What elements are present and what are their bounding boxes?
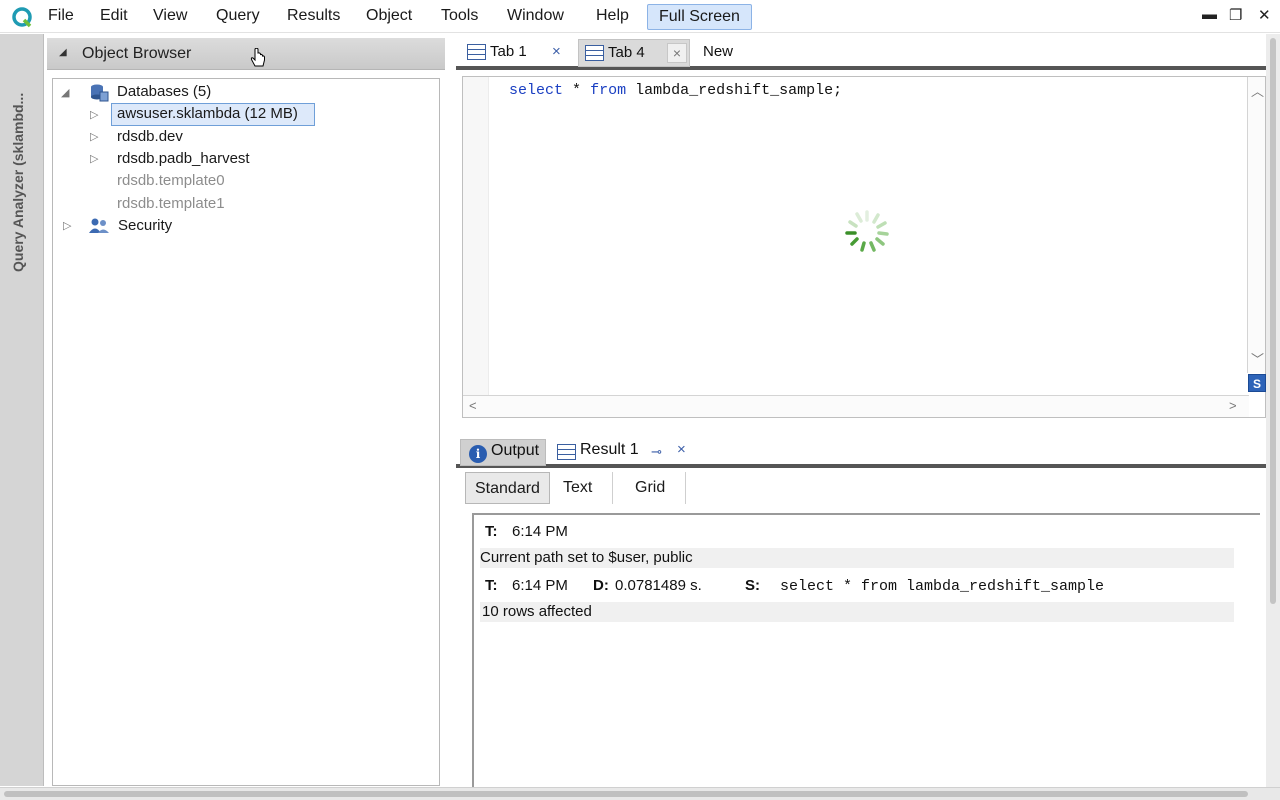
restore-icon[interactable]: ❐ [1229,6,1242,24]
tree-node-rdsdb-padb-harvest[interactable]: rdsdb.padb_harvest [117,150,250,167]
sql-query-line[interactable]: select * from lambda_redshift_sample; [509,82,842,99]
object-browser-tree [52,78,440,786]
security-node[interactable]: Security [118,217,172,234]
expand-arrow-icon[interactable]: ▷ [90,130,98,143]
result-tabstrip: i Output Result 1 ⊸ × [456,436,1266,468]
menu-help[interactable]: Help [596,7,629,25]
users-icon [89,218,109,233]
result-close-icon[interactable]: × [677,441,686,458]
sql-keyword-from: from [590,82,627,99]
tab-4-close-icon[interactable]: × [667,43,687,63]
sql-format-icon[interactable]: S [1248,374,1266,392]
window-vertical-scrollbar[interactable] [1266,34,1280,787]
menu-file[interactable]: File [48,7,74,25]
sql-table-name: lambda_redshift_sample; [635,82,843,99]
scroll-left-icon[interactable]: < [469,398,477,413]
query-analyzer-tab[interactable]: Query Analyzer (sklambd... [10,93,26,272]
output-tab-label: Output [491,442,540,459]
expand-arrow-icon[interactable]: ▷ [90,152,98,165]
time-value: 6:14 PM [512,523,568,540]
tree-node-rdsdb-template0[interactable]: rdsdb.template0 [117,172,225,189]
editor-tabstrip: Tab 1 × Tab 4 × New [456,38,1266,70]
time-value: 6:14 PM [512,577,568,594]
sql-star: * [572,82,582,99]
editor-horizontal-scrollbar[interactable]: < > [463,395,1249,417]
close-icon[interactable]: ✕ [1258,6,1271,24]
databases-node[interactable]: Databases (5) [117,83,211,100]
collapse-icon[interactable]: ◢ [59,47,67,58]
editor-vertical-scrollbar[interactable]: ︿ ﹀ [1247,77,1265,373]
grid-icon [585,45,604,61]
object-browser-title: Object Browser [82,45,192,62]
output-message-text: Current path set to $user, public [480,549,693,566]
sql-keyword-select: select [509,82,564,99]
window-horizontal-scrollbar[interactable] [0,787,1280,800]
hand-cursor-icon [250,48,265,67]
new-tab-button[interactable]: New [703,43,733,60]
grid-icon [557,444,576,460]
view-grid-button[interactable]: Grid [621,472,687,504]
view-text-button[interactable]: Text [549,472,614,504]
scroll-thumb[interactable] [1270,38,1276,604]
tab-1-close-icon[interactable]: × [552,43,561,60]
result-1-tab-label: Result 1 [580,441,639,458]
expand-arrow-icon[interactable]: ▷ [63,219,71,232]
tab-result-1[interactable]: Result 1 [554,439,644,466]
scroll-right-icon[interactable]: > [1229,398,1237,413]
menu-query[interactable]: Query [216,7,260,25]
scroll-down-icon[interactable]: ﹀ [1251,349,1264,368]
time-label: T: [485,523,498,540]
menu-tools[interactable]: Tools [441,7,478,25]
statement-value: select * from lambda_redshift_sample [780,578,1105,595]
output-message: 10 rows affected [480,602,1234,622]
scroll-thumb[interactable] [4,791,1248,797]
view-standard-button[interactable]: Standard [465,472,550,504]
tab-output[interactable]: i Output [460,439,546,466]
menu-bar: File Edit View Query Results Object Tool… [0,0,1280,33]
grid-icon [467,44,486,60]
expand-arrow-icon[interactable]: ▷ [90,108,98,121]
time-label: T: [485,577,498,594]
output-row: T: 6:14 PM D: 0.0781489 s. S: select * f… [480,577,1234,597]
app-logo-icon [12,7,32,28]
tab-1[interactable]: Tab 1 [461,39,533,67]
output-panel: T: 6:14 PM Current path set to $user, pu… [472,513,1260,788]
menu-window[interactable]: Window [507,7,564,25]
tree-node-awsuser-sklambda[interactable]: awsuser.sklambda (12 MB) [117,105,298,122]
output-message: Current path set to $user, public [480,548,1234,568]
expanded-arrow-icon[interactable]: ◢ [61,86,69,99]
menu-view[interactable]: View [153,7,187,25]
output-row: T: 6:14 PM [480,523,1234,543]
tab-4[interactable]: Tab 4 × [578,39,690,67]
menu-object[interactable]: Object [366,7,412,25]
tree-node-rdsdb-template1[interactable]: rdsdb.template1 [117,195,225,212]
scroll-up-icon[interactable]: ︿ [1251,81,1264,100]
duration-label: D: [593,577,609,594]
tab-4-label: Tab 4 [608,44,645,61]
tab-1-label: Tab 1 [490,43,527,60]
view-switcher: Standard Text Grid [462,470,1266,506]
menu-edit[interactable]: Edit [100,7,128,25]
menu-results[interactable]: Results [287,7,340,25]
pin-icon[interactable]: ⊸ [651,444,662,460]
full-screen-button[interactable]: Full Screen [647,4,752,30]
info-icon: i [469,445,487,463]
object-browser-header: ◢ Object Browser [47,38,445,70]
statement-label: S: [745,577,760,594]
spinner-icon [845,210,889,252]
output-message-text: 10 rows affected [482,603,592,620]
database-icon [91,84,109,102]
editor-gutter [463,77,489,395]
tree-node-rdsdb-dev[interactable]: rdsdb.dev [117,128,183,145]
minimize-icon[interactable]: ▬ [1202,6,1217,23]
side-strip: Query Analyzer (sklambd... [0,34,44,786]
duration-value: 0.0781489 s. [615,577,702,594]
